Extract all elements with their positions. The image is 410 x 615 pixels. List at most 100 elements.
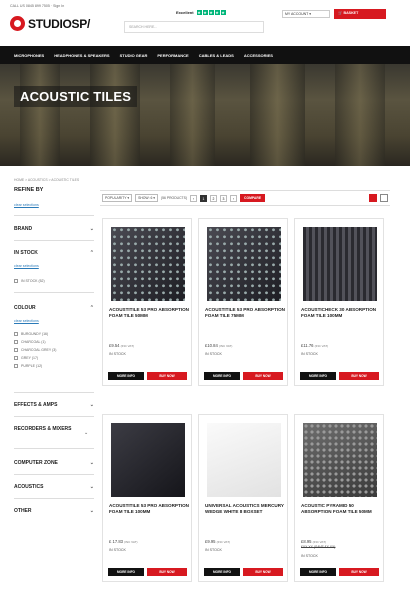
product-toolbar: POPULARITY ▾ SHOW: 6 ▾ (56 PRODUCTS) ‹ 1…	[100, 190, 390, 206]
site-logo[interactable]: STUDIOSP/	[10, 16, 90, 31]
product-name[interactable]: UNIVERSAL ACOUSTICS MERCURY WEDGE WHITE …	[205, 503, 285, 514]
product-card[interactable]: ACOUSTITILE 53 PRO ABSORPTION FOAM TILE …	[198, 218, 288, 386]
checkbox[interactable]	[14, 364, 18, 368]
divider	[14, 474, 94, 475]
checkbox[interactable]	[14, 356, 18, 360]
clear-selections-link[interactable]: clear selections	[14, 319, 39, 323]
filter-colour[interactable]: COLOUR ⌃	[14, 305, 94, 311]
page-2[interactable]: 2	[210, 194, 217, 202]
stock-status: IN STOCK	[205, 352, 222, 356]
nav-item-headphones[interactable]: HEADPHONES & SPEAKERS	[54, 53, 109, 58]
clear-selections-link[interactable]: clear selections	[14, 264, 39, 268]
product-image[interactable]	[111, 423, 185, 497]
filter-option[interactable]: CHARCOAL GREY (3)	[14, 348, 56, 352]
hero-banner	[0, 64, 410, 166]
product-count: (56 PRODUCTS)	[161, 196, 187, 200]
main-nav: MICROPHONES HEADPHONES & SPEAKERS STUDIO…	[0, 46, 410, 64]
category-acoustics[interactable]: ACOUSTICS ⌄	[14, 484, 94, 490]
product-image[interactable]	[207, 227, 281, 301]
grid-view-icon[interactable]	[369, 194, 377, 202]
checkbox[interactable]	[14, 348, 18, 352]
product-name[interactable]: ACOUSTITILE 53 PRO ABSORPTION FOAM TILE …	[205, 307, 285, 318]
checkbox[interactable]	[14, 332, 18, 336]
buy-now-button[interactable]: BUY NOW	[339, 568, 379, 576]
category-computer-zone[interactable]: COMPUTER ZONE ⌄	[14, 460, 94, 466]
chevron-down-icon: ⌄	[89, 402, 94, 408]
category-effects-amps[interactable]: EFFECTS & AMPS ⌄	[14, 402, 94, 408]
chevron-down-icon: ⌄	[89, 226, 94, 232]
show-select[interactable]: SHOW: 6 ▾	[135, 194, 158, 202]
top-links[interactable]: CALL US 0845 899 7505 · Sign In	[10, 4, 64, 8]
filter-option[interactable]: GREY (17)	[14, 356, 56, 360]
divider	[14, 240, 94, 241]
checkbox[interactable]	[14, 340, 18, 344]
chevron-down-icon: ⌄	[89, 460, 94, 466]
page-3[interactable]: 3	[220, 194, 227, 202]
nav-item-cables[interactable]: CABLES & LEADS	[199, 53, 234, 58]
filter-brand[interactable]: BRAND ⌄	[14, 226, 94, 232]
list-view-icon[interactable]	[380, 194, 388, 202]
product-price: £ 17.83 (INC VAT)	[109, 539, 138, 544]
filter-option[interactable]: BURGUNDY (16)	[14, 332, 56, 336]
product-name[interactable]: ACOUSTITILE 53 PRO ABSORPTION FOAM TILE …	[109, 503, 189, 514]
category-other[interactable]: OTHER ⌄	[14, 508, 94, 514]
stock-status: IN STOCK	[205, 548, 222, 552]
product-image[interactable]	[303, 227, 377, 301]
search-input[interactable]: SEARCH HERE...	[124, 21, 264, 33]
old-price: £XX.XX (SAVE £X.XX)	[301, 545, 336, 549]
more-info-button[interactable]: MORE INFO	[300, 372, 336, 380]
clear-selections-link[interactable]: clear selections	[14, 203, 39, 207]
logo-icon	[10, 16, 25, 31]
product-name[interactable]: ACOUSTITILE 53 PRO ABSORPTION FOAM TILE …	[109, 307, 189, 318]
divider	[14, 292, 94, 293]
buy-now-button[interactable]: BUY NOW	[243, 568, 283, 576]
account-dropdown[interactable]: MY ACCOUNT ▾	[282, 10, 330, 18]
filter-option[interactable]: PURPLE (12)	[14, 364, 56, 368]
filter-option[interactable]: CHARCOAL (1)	[14, 340, 56, 344]
compare-button[interactable]: COMPARE	[240, 194, 266, 202]
more-info-button[interactable]: MORE INFO	[204, 372, 240, 380]
nav-item-performance[interactable]: PERFORMANCE	[157, 53, 188, 58]
product-card[interactable]: ACOUSTITILE 53 PRO ABSORPTION FOAM TILE …	[102, 414, 192, 582]
buy-now-button[interactable]: BUY NOW	[339, 372, 379, 380]
product-image[interactable]	[111, 227, 185, 301]
more-info-button[interactable]: MORE INFO	[204, 568, 240, 576]
category-recorders-mixers[interactable]: RECORDERS & MIXERS	[14, 426, 74, 432]
stock-status: IN STOCK	[301, 554, 318, 558]
product-price: £11.76 (INC VAT)	[301, 343, 329, 348]
page-prev-button[interactable]: ‹	[190, 194, 197, 202]
divider	[14, 416, 94, 417]
product-price: £8.95 (INC VAT)	[301, 539, 327, 544]
more-info-button[interactable]: MORE INFO	[108, 568, 144, 576]
buy-now-button[interactable]: BUY NOW	[147, 568, 187, 576]
product-card[interactable]: UNIVERSAL ACOUSTICS MERCURY WEDGE WHITE …	[198, 414, 288, 582]
product-card[interactable]: ACOUSTIC PYRAMID 50 ABSORPTION FOAM TILE…	[294, 414, 384, 582]
product-card[interactable]: ACOUSTICHECK 30 ABSORPTION FOAM TILE 100…	[294, 218, 384, 386]
nav-item-studio-gear[interactable]: STUDIO GEAR	[120, 53, 148, 58]
sort-select[interactable]: POPULARITY ▾	[102, 194, 133, 202]
product-image[interactable]	[207, 423, 281, 497]
product-price: £9.95 (INC VAT)	[205, 539, 231, 544]
page-next-button[interactable]: ›	[230, 194, 237, 202]
divider	[14, 392, 94, 393]
product-price: £9.54 (INC VAT)	[109, 343, 135, 348]
product-image[interactable]	[303, 423, 377, 497]
nav-item-microphones[interactable]: MICROPHONES	[14, 53, 44, 58]
product-name[interactable]: ACOUSTIC PYRAMID 50 ABSORPTION FOAM TILE…	[301, 503, 381, 514]
more-info-button[interactable]: MORE INFO	[108, 372, 144, 380]
breadcrumb[interactable]: HOME > ACOUSTICS > ACOUSTIC TILES	[14, 178, 79, 182]
product-name[interactable]: ACOUSTICHECK 30 ABSORPTION FOAM TILE 100…	[301, 307, 381, 318]
buy-now-button[interactable]: BUY NOW	[243, 372, 283, 380]
filter-option[interactable]: IN STOCK (52)	[14, 279, 45, 283]
page-title: ACOUSTIC TILES	[14, 86, 138, 107]
filter-in-stock[interactable]: IN STOCK ⌃	[14, 250, 94, 256]
page-1[interactable]: 1	[200, 194, 207, 202]
nav-item-accessories[interactable]: ACCESSORIES	[244, 53, 273, 58]
product-card[interactable]: ACOUSTITILE 53 PRO ABSORPTION FOAM TILE …	[102, 218, 192, 386]
more-info-button[interactable]: MORE INFO	[300, 568, 336, 576]
checkbox[interactable]	[14, 279, 18, 283]
basket-button[interactable]: 🛒 BASKET	[334, 9, 386, 19]
divider	[14, 498, 94, 499]
chevron-down-icon: ⌄	[89, 508, 94, 514]
buy-now-button[interactable]: BUY NOW	[147, 372, 187, 380]
